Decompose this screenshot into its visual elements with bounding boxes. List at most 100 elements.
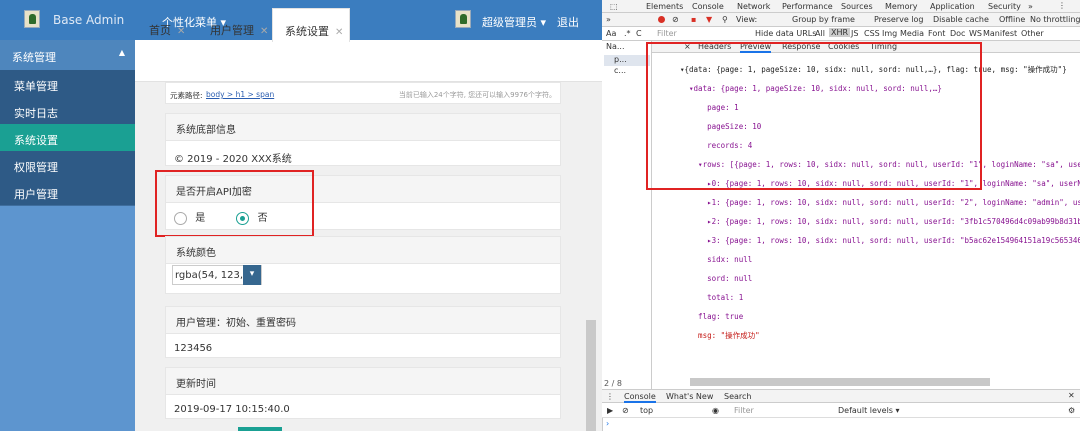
type-js[interactable]: JS — [851, 29, 858, 38]
highlight-box-api — [155, 170, 314, 237]
hide-data-urls[interactable]: Hide data URLs — [755, 29, 816, 38]
type-media[interactable]: Media — [900, 29, 924, 38]
footer-setting-value[interactable]: © 2019 - 2020 XXX系统 — [166, 141, 560, 165]
sidebar-item-users[interactable]: 用户管理 — [0, 178, 135, 205]
drawer-tab-search[interactable]: Search — [724, 392, 751, 401]
close-icon[interactable]: ✕ — [177, 26, 185, 37]
user-menu[interactable]: 超级管理员 ▾ — [482, 14, 546, 30]
json-line[interactable]: ▸2: {page: 1, rows: 10, sidx: null, sord… — [680, 217, 1080, 227]
close-icon[interactable]: ✕ — [260, 26, 268, 37]
close-drawer-icon[interactable]: ✕ — [1068, 391, 1075, 400]
type-doc[interactable]: Doc — [950, 29, 965, 38]
drawer-tab-console[interactable]: Console — [624, 392, 656, 403]
color-picker-button[interactable]: ▾ — [243, 265, 261, 285]
camera-icon[interactable]: ▪ — [691, 15, 696, 24]
close-icon[interactable]: ✕ — [335, 27, 343, 38]
request-list: Na... p... c... 2 / 8 — [602, 41, 652, 389]
preview-hscrollbar[interactable] — [690, 378, 990, 386]
devtools-tabs: ⬚ Elements Console Network Performance S… — [602, 0, 1080, 13]
filter-input[interactable]: Filter — [657, 29, 677, 38]
reset-password-value[interactable]: 123456 — [166, 334, 560, 354]
sidebar-empty — [0, 206, 135, 431]
tab-console[interactable]: Console — [692, 2, 724, 11]
tab-performance[interactable]: Performance — [782, 2, 833, 11]
sidebar-toggle-icon[interactable]: ▶ — [607, 406, 613, 415]
refresh-icon[interactable]: C — [636, 29, 642, 38]
clear-console-icon[interactable]: ⊘ — [622, 406, 629, 415]
context-select[interactable]: top — [640, 406, 653, 415]
record-icon[interactable] — [658, 16, 665, 23]
tab-memory[interactable]: Memory — [885, 2, 918, 11]
type-img[interactable]: Img — [882, 29, 897, 38]
request-item[interactable]: c... — [604, 66, 626, 75]
request-list-header[interactable]: Na... — [606, 42, 625, 51]
json-line: sord: null — [680, 273, 753, 283]
collapse-icon[interactable]: » — [606, 15, 611, 24]
sidebar-item-label: 系统设置 — [14, 134, 58, 147]
tab-security[interactable]: Security — [988, 2, 1021, 11]
sidebar-item-menu[interactable]: 菜单管理 — [0, 70, 135, 97]
sidebar-item-permissions[interactable]: 权限管理 — [0, 151, 135, 178]
tab-application[interactable]: Application — [930, 2, 975, 11]
brand-title: Base Admin — [53, 13, 125, 27]
clear-icon[interactable]: ⊘ — [672, 15, 679, 24]
network-filter-bar: Aa .* C Filter Hide data URLs All XHR JS… — [602, 27, 1080, 41]
drawer-tab-whatsnew[interactable]: What's New — [666, 392, 713, 401]
tab-elements[interactable]: Elements — [646, 2, 683, 11]
type-css[interactable]: CSS — [864, 29, 880, 38]
type-font[interactable]: Font — [928, 29, 945, 38]
footer-setting-title: 系统底部信息 — [166, 114, 560, 141]
throttling-select[interactable]: No throttling — [1030, 15, 1080, 24]
preserve-log[interactable]: Preserve log — [874, 15, 924, 24]
gear-icon[interactable]: ⚙ — [1068, 406, 1075, 415]
tab-bar — [135, 40, 602, 82]
more-tabs[interactable]: » — [1028, 2, 1033, 11]
chevron-up-icon: ▲ — [118, 48, 125, 57]
console-drawer-tabs: ⋮ Console What's New Search ✕ — [602, 389, 1080, 403]
tab-label: 系统设置 — [285, 25, 329, 38]
json-line[interactable]: ▸1: {page: 1, rows: 10, sidx: null, sord… — [680, 198, 1080, 208]
element-path[interactable]: body > h1 > span — [206, 90, 274, 99]
sidebar-item-log[interactable]: 实时日志 — [0, 97, 135, 124]
inspect-icon[interactable]: ⬚ — [610, 2, 618, 11]
tab-network[interactable]: Network — [737, 2, 770, 11]
drawer-menu-icon[interactable]: ⋮ — [606, 392, 614, 401]
network-toolbar: » ⊘ ▪ ▼ ⚲ View: Group by frame Preserve … — [602, 13, 1080, 27]
type-manifest[interactable]: Manifest — [983, 29, 1017, 38]
tab-users[interactable]: 用户管理 ✕ — [198, 8, 270, 42]
console-filter-input[interactable]: Filter — [734, 406, 754, 415]
logout-link[interactable]: 退出 — [557, 14, 579, 30]
search-icon[interactable]: ⚲ — [722, 15, 728, 24]
json-line[interactable]: ▸3: {page: 1, rows: 10, sidx: null, sord… — [680, 236, 1080, 246]
json-line: flag: true — [680, 311, 744, 321]
tab-label: 首页 — [149, 24, 171, 37]
tab-home[interactable]: 首页 ✕ — [137, 8, 195, 42]
more-menu-icon[interactable]: ⋮ — [1058, 1, 1066, 10]
sidebar-item-settings[interactable]: 系统设置 — [0, 124, 135, 151]
eye-icon[interactable]: ◉ — [712, 406, 719, 415]
regex-icon[interactable]: .* — [624, 29, 631, 38]
offline-toggle[interactable]: Offline — [999, 15, 1025, 24]
type-other[interactable]: Other — [1021, 29, 1044, 38]
sidebar-item-label: 菜单管理 — [14, 80, 58, 93]
filter-icon[interactable]: ▼ — [706, 15, 712, 24]
type-xhr[interactable]: XHR — [829, 28, 851, 37]
request-item[interactable]: p... — [604, 55, 650, 66]
update-time-title: 更新时间 — [166, 368, 560, 395]
type-ws[interactable]: WS — [969, 29, 982, 38]
tab-sources[interactable]: Sources — [841, 2, 873, 11]
save-button[interactable] — [238, 427, 282, 431]
type-all[interactable]: All — [815, 29, 825, 38]
console-prompt-icon[interactable]: › — [606, 419, 609, 428]
tab-settings[interactable]: 系统设置 ✕ — [272, 8, 350, 42]
content-scrollbar[interactable] — [586, 320, 596, 431]
log-levels-select[interactable]: Default levels ▾ — [838, 406, 900, 415]
update-time-setting: 更新时间 2019-09-17 10:15:40.0 — [165, 367, 561, 419]
disable-cache[interactable]: Disable cache — [933, 15, 989, 24]
sidebar-group-system[interactable]: 系统管理 ▲ — [0, 40, 135, 70]
text-case-icon[interactable]: Aa — [606, 29, 616, 38]
json-line: msg: "操作成功" — [680, 330, 760, 340]
sidebar-item-label: 用户管理 — [14, 188, 58, 201]
group-by-frame[interactable]: Group by frame — [792, 15, 855, 24]
sidebar-item-label: 实时日志 — [14, 107, 58, 120]
